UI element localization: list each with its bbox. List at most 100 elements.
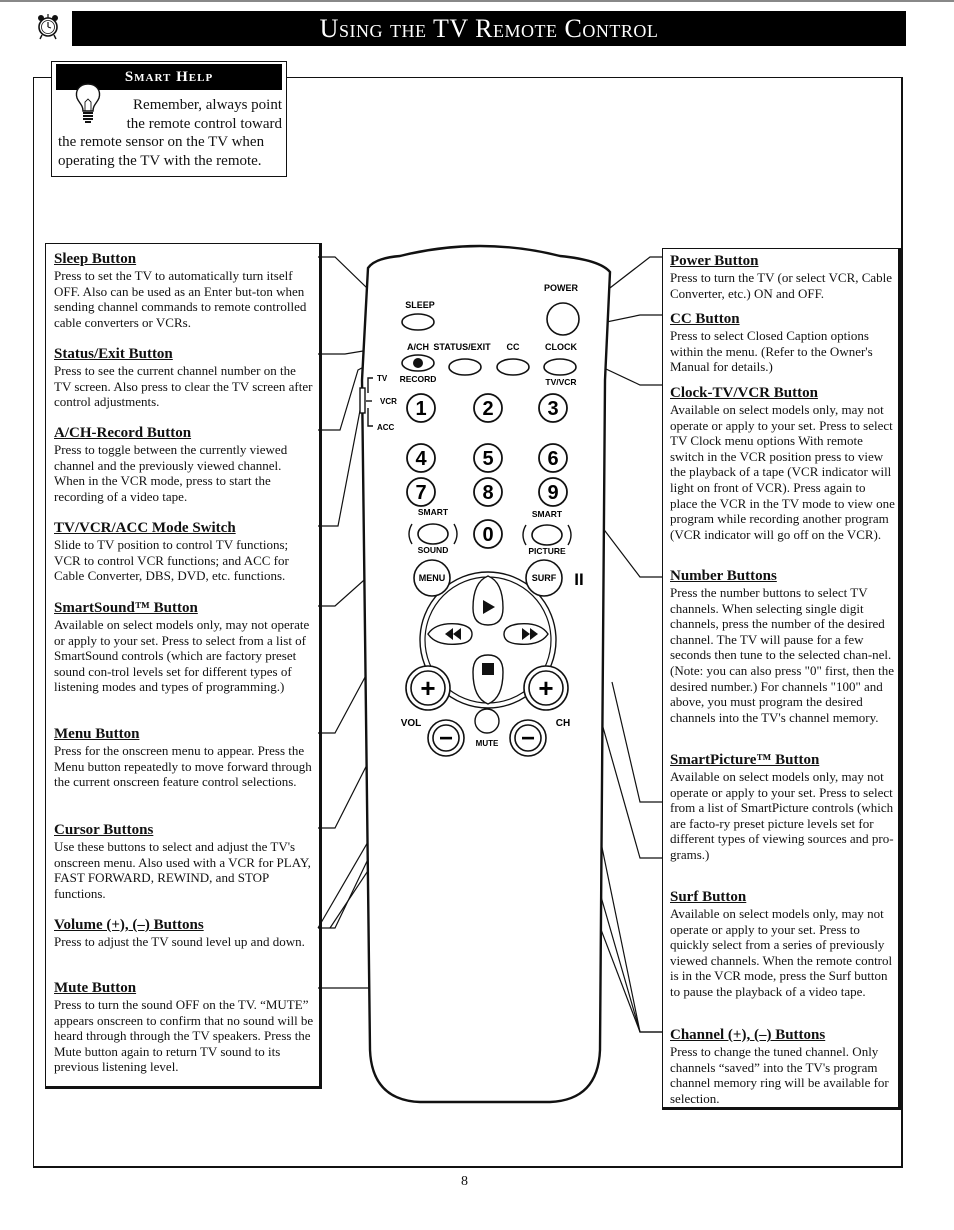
- entry-smartsound-button: SmartSound™ Button Available on select m…: [54, 600, 314, 695]
- number-label: 1: [415, 398, 426, 420]
- mode-vcr-label: VCR: [380, 397, 397, 406]
- remote-control-illustration: SLEEP POWER A/CH RECORD STATUS/EXIT CC C…: [317, 244, 662, 1104]
- ach-label: A/CH: [407, 342, 429, 352]
- entry-text: Press to set the TV to automatically tur…: [54, 268, 307, 330]
- entry-text: Press for the onscreen menu to appear. P…: [54, 743, 312, 790]
- entry-text: Available on select models only, may not…: [670, 402, 895, 542]
- sleep-button[interactable]: [401, 313, 435, 331]
- entry-ach-record-button: A/CH-Record Button Press to toggle betwe…: [54, 425, 314, 504]
- entry-title: Sleep Button: [54, 251, 137, 267]
- number-label: 8: [482, 482, 493, 504]
- entry-title: Channel (+), (–) Buttons: [670, 1027, 826, 1043]
- entry-title: Cursor Buttons: [54, 822, 154, 838]
- left-descriptions-panel: Sleep Button Press to set the TV to auto…: [45, 243, 322, 1089]
- entry-title: SmartPicture™ Button: [670, 752, 820, 768]
- ch-label: CH: [556, 718, 570, 729]
- callout-mode-switch: [318, 399, 363, 527]
- number-label: 0: [482, 524, 493, 546]
- stop-icon: [482, 663, 494, 675]
- entry-text: Available on select models only, may not…: [670, 769, 894, 862]
- smart-help-line: operating the TV with the remote.: [58, 152, 262, 169]
- smart-help-text: Remember, always point the remote contro…: [58, 96, 282, 170]
- smart-help-box: Smart Help Remember, always point the re…: [51, 61, 287, 177]
- entry-text: Press to select Closed Caption options w…: [670, 328, 873, 375]
- entry-text: Slide to TV position to control TV funct…: [54, 537, 289, 584]
- cc-button[interactable]: [496, 358, 530, 376]
- entry-title: Surf Button: [670, 889, 747, 905]
- entry-title: Volume (+), (–) Buttons: [54, 917, 204, 933]
- entry-smartpicture-button: SmartPicture™ Button Available on select…: [670, 752, 896, 863]
- vol-label: VOL: [401, 718, 422, 729]
- entry-text: Press the number buttons to select TV ch…: [670, 585, 894, 725]
- entry-power-button: Power Button Press to turn the TV (or se…: [670, 253, 896, 301]
- entry-title: Clock-TV/VCR Button: [670, 385, 818, 401]
- mute-label: MUTE: [476, 739, 499, 748]
- record-label: RECORD: [400, 374, 437, 384]
- number-label: 9: [547, 482, 558, 504]
- entry-sleep-button: Sleep Button Press to set the TV to auto…: [54, 251, 314, 330]
- number-label: 4: [415, 448, 427, 470]
- entry-title: TV/VCR/ACC Mode Switch: [54, 520, 236, 536]
- entry-clock-tvvcr-button: Clock-TV/VCR Button Available on select …: [670, 385, 896, 542]
- entry-mute-button: Mute Button Press to turn the sound OFF …: [54, 980, 314, 1075]
- entry-text: Press to adjust the TV sound level up an…: [54, 934, 305, 949]
- status-exit-button[interactable]: [448, 358, 482, 376]
- entry-number-buttons: Number Buttons Press the number buttons …: [670, 568, 896, 725]
- top-rule: [0, 0, 954, 2]
- smart-picture-button[interactable]: [531, 524, 563, 546]
- number-label: 6: [547, 448, 558, 470]
- entry-status-exit-button: Status/Exit Button Press to see the curr…: [54, 346, 314, 410]
- entry-text: Press to turn the sound OFF on the TV. “…: [54, 997, 314, 1075]
- page-title-bar: Using the TV Remote Control: [72, 11, 906, 46]
- entry-text: Press to toggle between the currently vi…: [54, 442, 288, 504]
- smart-help-line: the remote control toward: [126, 115, 282, 132]
- entry-channel-buttons: Channel (+), (–) Buttons Press to change…: [670, 1027, 896, 1106]
- entry-text: Use these buttons to select and adjust t…: [54, 839, 311, 901]
- smart-help-line: the remote sensor on the TV when: [58, 134, 265, 150]
- mode-tv-label: TV: [377, 374, 388, 383]
- number-label: 3: [547, 398, 558, 420]
- entry-title: CC Button: [670, 311, 740, 327]
- entry-title: Number Buttons: [670, 568, 777, 584]
- smart-sound-label-top: SMART: [418, 507, 449, 517]
- page-title: Using the TV Remote Control: [319, 14, 659, 43]
- entry-title: Mute Button: [54, 980, 137, 996]
- smart-picture-label-top: SMART: [532, 509, 563, 519]
- smart-sound-label-bottom: SOUND: [418, 545, 449, 555]
- power-label: POWER: [544, 283, 579, 293]
- surf-label: SURF: [532, 573, 557, 583]
- menu-label: MENU: [419, 573, 446, 583]
- entry-title: Status/Exit Button: [54, 346, 173, 362]
- entry-title: Power Button: [670, 253, 759, 269]
- smart-sound-button[interactable]: [417, 523, 449, 545]
- entry-surf-button: Surf Button Available on select models o…: [670, 889, 896, 1000]
- alarm-clock-icon: [38, 14, 58, 40]
- entry-volume-buttons: Volume (+), (–) Buttons Press to adjust …: [54, 917, 314, 950]
- pause-icon: II: [574, 570, 583, 589]
- clock-label: CLOCK: [545, 342, 577, 352]
- smart-help-line: Remember, always point: [133, 97, 282, 113]
- entry-title: A/CH-Record Button: [54, 425, 192, 441]
- smart-picture-label-bottom: PICTURE: [528, 546, 566, 556]
- clock-tvvcr-button[interactable]: [543, 358, 577, 376]
- minus-icon: −: [439, 725, 453, 752]
- mode-acc-label: ACC: [377, 423, 395, 432]
- entry-text: Press to turn the TV (or select VCR, Cab…: [670, 270, 893, 301]
- entry-cursor-buttons: Cursor Buttons Use these buttons to sele…: [54, 822, 314, 901]
- tvvcr-label: TV/VCR: [545, 377, 576, 387]
- entry-text: Press to see the current channel number …: [54, 363, 313, 410]
- entry-mode-switch: TV/VCR/ACC Mode Switch Slide to TV posit…: [54, 520, 314, 584]
- entry-menu-button: Menu Button Press for the onscreen menu …: [54, 726, 314, 790]
- entry-text: Available on select models only, may not…: [54, 617, 310, 695]
- cc-label: CC: [507, 342, 520, 352]
- number-label: 2: [482, 398, 493, 420]
- right-descriptions-panel: Power Button Press to turn the TV (or se…: [662, 248, 901, 1110]
- plus-icon: +: [538, 673, 553, 703]
- sleep-label: SLEEP: [405, 300, 435, 310]
- entry-cc-button: CC Button Press to select Closed Caption…: [670, 311, 896, 375]
- entry-text: Press to change the tuned channel. Only …: [670, 1044, 889, 1106]
- minus-icon: −: [521, 725, 535, 752]
- mute-button[interactable]: [474, 708, 500, 734]
- power-button[interactable]: [546, 302, 580, 336]
- page-number: 8: [461, 1174, 468, 1189]
